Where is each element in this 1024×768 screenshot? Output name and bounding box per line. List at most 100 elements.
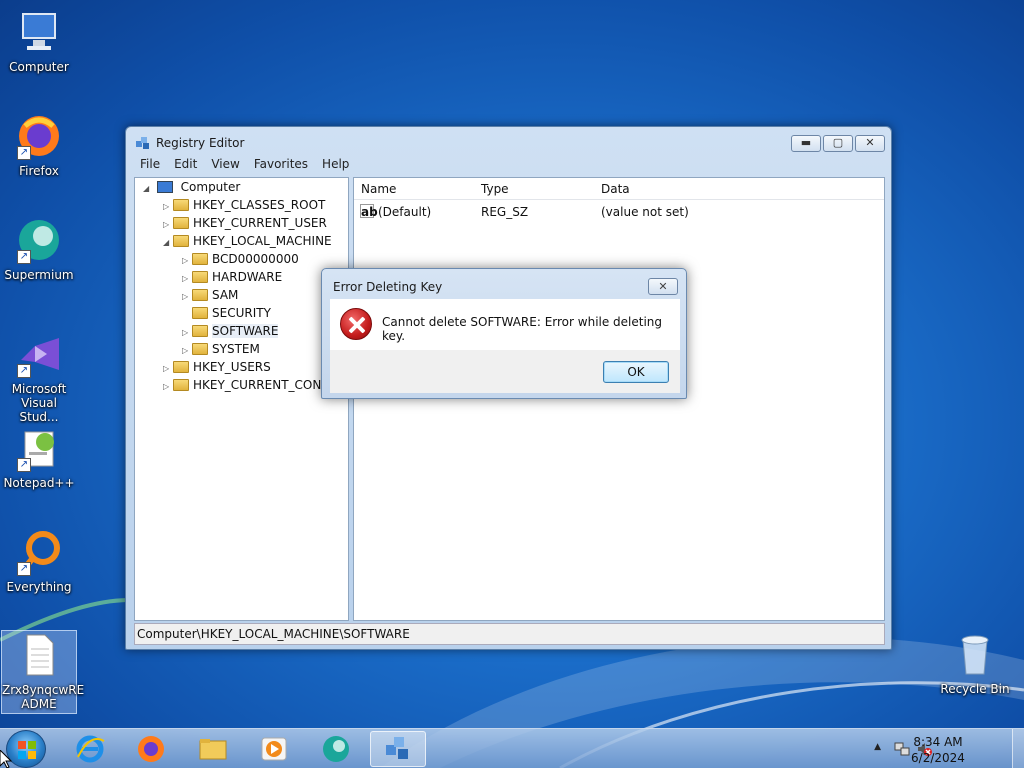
folder-icon [173, 217, 189, 229]
menu-edit[interactable]: Edit [174, 157, 197, 175]
desktop-icon-notepadpp[interactable]: ↗ Notepad++ [1, 424, 77, 490]
taskbar-media-player[interactable] [246, 731, 302, 767]
shortcut-arrow-icon: ↗ [17, 364, 31, 378]
tree-item-computer[interactable]: ◢ Computer [143, 178, 240, 196]
tree-item-label: Computer [180, 180, 241, 194]
show-hidden-icons-chevron[interactable]: ▲ [874, 742, 881, 752]
folder-icon [173, 379, 189, 391]
menu-view[interactable]: View [211, 157, 239, 175]
tree-item-hardware[interactable]: ▷ HARDWARE [182, 268, 282, 286]
column-header-type[interactable]: Type [481, 182, 509, 196]
internet-explorer-icon [76, 735, 105, 763]
tree-item-label: BCD00000000 [212, 252, 299, 266]
tree-item-sam[interactable]: ▷ SAM [182, 286, 238, 304]
shortcut-arrow-icon: ↗ [17, 458, 31, 472]
tree-item-label: HKEY_CLASSES_ROOT [193, 198, 326, 212]
window-controls: ▬ ▢ ✕ [791, 135, 885, 152]
taskbar-registry-editor[interactable] [370, 731, 426, 767]
tree-item-bcd[interactable]: ▷ BCD00000000 [182, 250, 299, 268]
folder-icon [173, 199, 189, 211]
firefox-icon [138, 736, 164, 762]
desktop-icon-readme-file[interactable]: Zrx8ynqcwRE ADME [1, 630, 84, 714]
minimize-button[interactable]: ▬ [791, 135, 821, 152]
tree-item-hkey-current-config[interactable]: ▷ HKEY_CURRENT_CONFIG [163, 376, 341, 394]
desktop-icon-visual-studio[interactable]: ↗ Microsoft Visual Stud... [1, 330, 77, 424]
computer-icon [15, 8, 63, 56]
mouse-cursor-icon [0, 750, 12, 768]
desktop-icon-label: Everything [6, 580, 72, 594]
everything-icon: ↗ [15, 528, 63, 576]
tree-item-hkey-current-user[interactable]: ▷ HKEY_CURRENT_USER [163, 214, 327, 232]
error-icon [340, 308, 372, 340]
tree-item-hkey-local-machine[interactable]: ◢ HKEY_LOCAL_MACHINE [163, 232, 332, 250]
close-button[interactable]: ✕ [855, 135, 885, 152]
tree-item-label: SYSTEM [212, 342, 260, 356]
list-item[interactable]: ab (Default) REG_SZ (value not set) [354, 202, 884, 220]
tree-item-software[interactable]: ▷ SOFTWARE [182, 322, 279, 340]
visual-studio-icon: ↗ [15, 330, 63, 378]
tree-item-security[interactable]: SECURITY [182, 304, 271, 322]
desktop-icon-firefox[interactable]: ↗ Firefox [1, 112, 77, 178]
show-desktop-button[interactable] [1012, 729, 1024, 768]
supermium-icon: ↗ [15, 216, 63, 264]
recycle-bin-icon [951, 630, 999, 678]
folder-icon [199, 739, 227, 760]
registry-tree[interactable]: ◢ Computer ▷ HKEY_CLASSES_ROOT ▷ HKEY_CURR… [134, 177, 349, 621]
folder-icon [192, 253, 208, 265]
media-player-icon [261, 737, 287, 761]
clock-date: 6/2/2024 [911, 751, 965, 765]
dialog-message: Cannot delete SOFTWARE: Error while dele… [382, 315, 663, 343]
taskbar-firefox[interactable] [123, 731, 179, 767]
tree-item-label: HKEY_USERS [193, 360, 271, 374]
tree-item-label: SAM [212, 288, 239, 302]
maximize-button[interactable]: ▢ [823, 135, 853, 152]
taskbar-explorer[interactable] [185, 731, 241, 767]
desktop-icon-label: Notepad++ [3, 476, 75, 490]
values-list[interactable]: Name Type Data ab (Default) REG_SZ (valu… [353, 177, 885, 621]
tree-item-system[interactable]: ▷ SYSTEM [182, 340, 260, 358]
tree-item-label: HKEY_CURRENT_CONFIG [193, 378, 342, 392]
desktop-icon-everything[interactable]: ↗ Everything [1, 528, 77, 594]
value-type: REG_SZ [481, 205, 529, 219]
desktop-icon-computer[interactable]: Computer [1, 8, 77, 74]
desktop-icon-label: Firefox [19, 164, 59, 178]
computer-small-icon [156, 181, 173, 193]
tree-item-label: HARDWARE [212, 270, 283, 284]
tree-item-hkey-users[interactable]: ▷ HKEY_USERS [163, 358, 271, 376]
shortcut-arrow-icon: ↗ [17, 250, 31, 264]
tree-item-label: SECURITY [212, 306, 271, 320]
tree-item-label: HKEY_LOCAL_MACHINE [193, 234, 332, 248]
collapse-arrow-icon[interactable]: ◢ [143, 180, 153, 198]
desktop-icon-label: Computer [9, 60, 69, 74]
start-button[interactable] [6, 730, 46, 768]
menu-favorites[interactable]: Favorites [254, 157, 308, 175]
column-header-name[interactable]: Name [361, 182, 396, 196]
value-name: (Default) [378, 205, 432, 219]
column-header-data[interactable]: Data [601, 182, 630, 196]
clock-time: 8:34 AM [913, 735, 963, 749]
expand-arrow-icon[interactable]: ▷ [163, 378, 173, 396]
system-clock[interactable]: 8:34 AM 6/2/2024 [908, 734, 968, 766]
error-dialog[interactable]: Error Deleting Key ✕ Cannot delete SOFTW… [321, 268, 687, 399]
desktop-icon-recycle-bin[interactable]: Recycle Bin [937, 630, 1013, 696]
desktop-icon-label: Supermium [4, 268, 74, 282]
folder-icon [192, 307, 208, 319]
menu-file[interactable]: File [140, 157, 160, 175]
firefox-icon: ↗ [15, 112, 63, 160]
text-file-icon [15, 631, 63, 679]
desktop-icon-supermium[interactable]: ↗ Supermium [1, 216, 77, 282]
folder-icon [192, 325, 208, 337]
dialog-close-button[interactable]: ✕ [648, 278, 678, 295]
taskbar-supermium[interactable] [308, 731, 364, 767]
status-bar: Computer\HKEY_LOCAL_MACHINE\SOFTWARE [134, 623, 885, 645]
menu-help[interactable]: Help [322, 157, 349, 175]
taskbar-internet-explorer[interactable] [62, 731, 118, 767]
menu-bar: File Edit View Favorites Help [134, 157, 349, 175]
folder-icon [192, 271, 208, 283]
folder-icon [173, 235, 189, 247]
window-title: Registry Editor [156, 136, 245, 150]
tree-item-hkey-classes-root[interactable]: ▷ HKEY_CLASSES_ROOT [163, 196, 325, 214]
ok-button[interactable]: OK [603, 361, 669, 383]
collapse-arrow-icon[interactable]: ◢ [163, 234, 173, 252]
supermium-icon [323, 736, 349, 762]
